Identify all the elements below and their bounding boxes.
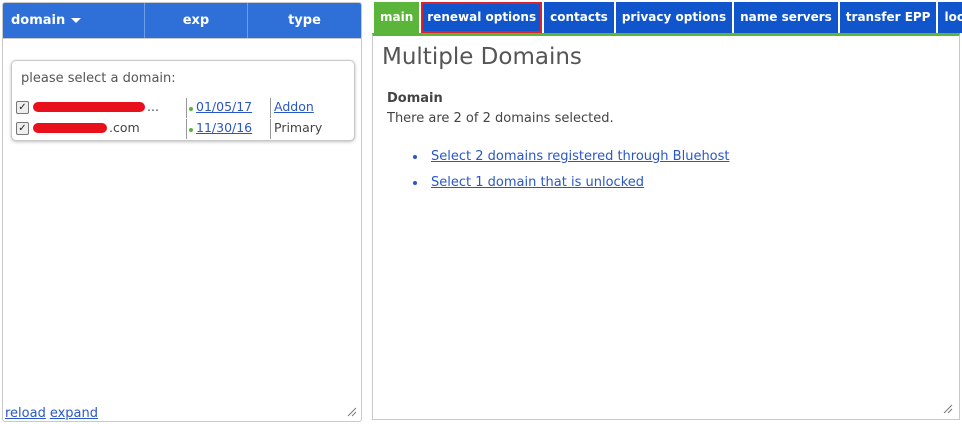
expiration-date-link[interactable]: 01/05/17 (196, 99, 252, 114)
tab-renewal-options[interactable]: renewal options (421, 2, 543, 33)
column-type-header[interactable]: type (248, 3, 361, 38)
domain-checkbox[interactable]: ✓ (16, 101, 29, 114)
domain-list-header: domain exp type (3, 3, 361, 38)
left-panel-footer: reload expand (5, 406, 102, 421)
tab-transfer-epp[interactable]: transfer EPP (839, 2, 937, 33)
section-title: Domain (387, 91, 443, 106)
tab-bar: main renewal options contacts privacy op… (374, 2, 962, 33)
domain-type-link[interactable]: Addon (274, 99, 314, 114)
column-domain-label: domain (11, 13, 66, 28)
page-title: Multiple Domains (382, 44, 582, 70)
tab-contacts[interactable]: contacts (544, 2, 614, 33)
domain-list-panel: domain exp type please select a domain: … (2, 2, 362, 422)
tab-main[interactable]: main (374, 2, 420, 33)
column-domain-header[interactable]: domain (3, 3, 145, 38)
main-content-panel: Multiple Domains Domain There are 2 of 2… (372, 33, 960, 420)
tab-lock[interactable]: lock (938, 2, 962, 33)
column-type-label: type (288, 13, 321, 28)
expand-link[interactable]: expand (50, 406, 98, 421)
domain-name-suffix: .com (109, 120, 140, 135)
column-divider (186, 98, 187, 118)
redaction-mark (33, 123, 107, 133)
selection-info: There are 2 of 2 domains selected. (387, 111, 614, 126)
column-divider (270, 98, 271, 118)
select-unlocked-domain-link[interactable]: Select 1 domain that is unlocked (431, 175, 644, 190)
resize-grip-icon[interactable] (943, 404, 953, 414)
resize-grip-icon[interactable] (347, 407, 357, 417)
tab-name-servers[interactable]: name servers (734, 2, 838, 33)
column-divider (270, 119, 271, 139)
domain-name-suffix: ... (147, 99, 159, 114)
bullet-icon (413, 155, 417, 159)
column-exp-label: exp (182, 13, 210, 28)
domain-row[interactable]: ✓ .com 11/30/16 Primary (16, 119, 352, 139)
select-bluehost-domains-link[interactable]: Select 2 domains registered through Blue… (431, 149, 730, 164)
column-exp-header[interactable]: exp (145, 3, 248, 38)
domain-select-box: please select a domain: ✓ ... 01/05/17 A… (11, 60, 355, 141)
header-divider (3, 38, 361, 39)
domain-row[interactable]: ✓ ... 01/05/17 Addon (16, 98, 352, 118)
caret-down-icon (71, 18, 82, 23)
expiration-date-link[interactable]: 11/30/16 (196, 120, 252, 135)
status-dot-icon (189, 128, 193, 132)
bullet-icon (413, 181, 417, 185)
select-domain-prompt: please select a domain: (21, 71, 176, 86)
tab-privacy-options[interactable]: privacy options (615, 2, 733, 33)
redaction-mark (33, 102, 145, 112)
domain-checkbox[interactable]: ✓ (16, 122, 29, 135)
status-dot-icon (189, 107, 193, 111)
domain-type-label: Primary (274, 120, 323, 135)
column-divider (186, 119, 187, 139)
reload-link[interactable]: reload (5, 406, 46, 421)
